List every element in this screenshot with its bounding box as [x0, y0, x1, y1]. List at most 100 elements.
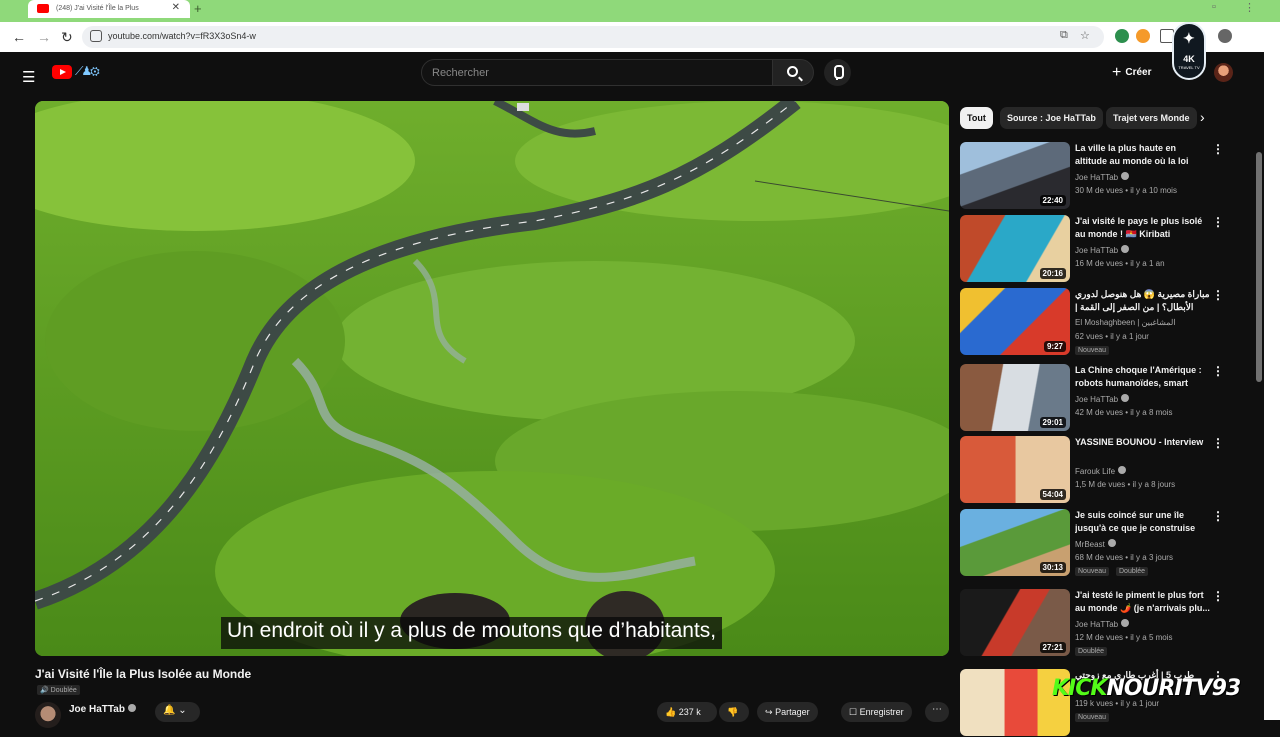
thumbs-down-icon: 👎: [727, 707, 739, 717]
save-button[interactable]: ☐ Enregistrer: [841, 702, 912, 722]
recommendation-title[interactable]: La ville la plus haute en altitude au mo…: [1075, 142, 1210, 168]
channel-name-text: Joe HaTTab: [69, 704, 125, 715]
notification-bell-button[interactable]: 🔔 ⌄: [155, 702, 200, 722]
video-thumbnail[interactable]: 29:01: [960, 364, 1070, 431]
recommendation-item[interactable]: 9:27 مباراة مصيرية 😱 هل هنوصل لدوري الأب…: [960, 288, 1256, 356]
video-thumbnail[interactable]: 20:16: [960, 215, 1070, 282]
recommendation-item[interactable]: 54:04 YASSINE BOUNOU - Interview Farouk …: [960, 436, 1256, 504]
profile-icon[interactable]: [1218, 29, 1232, 43]
browser-tab[interactable]: (248) J'ai Visité l'Île la Plus ✕: [28, 0, 190, 18]
back-button[interactable]: ←: [12, 29, 26, 45]
duration-badge: 29:01: [1039, 417, 1066, 428]
video-player[interactable]: [35, 101, 949, 656]
video-thumbnail[interactable]: 9:27: [960, 288, 1070, 355]
logo-doodle-icon[interactable]: ⟋♟⚙: [75, 64, 100, 79]
recommendation-title[interactable]: J'ai visité le pays le plus isolé au mon…: [1075, 215, 1210, 241]
recommendation-channel[interactable]: MrBeast: [1075, 539, 1116, 549]
recommendation-item[interactable]: 27:21 J'ai testé le piment le plus fort …: [960, 589, 1256, 657]
extension-icon[interactable]: [1136, 29, 1150, 43]
new-badge: Nouveau: [1075, 567, 1110, 576]
recommendation-channel[interactable]: Joe HaTTab: [1075, 394, 1130, 404]
recommendation-item[interactable]: 22:40 La ville la plus haute en altitude…: [960, 142, 1256, 210]
new-tab-button[interactable]: +: [194, 1, 202, 16]
recommendation-title[interactable]: J'ai testé le piment le plus fort au mon…: [1075, 589, 1210, 615]
more-options-icon[interactable]: ⋮: [1212, 215, 1224, 229]
account-avatar[interactable]: [1214, 63, 1233, 82]
channel-name[interactable]: Joe HaTTab: [69, 704, 136, 715]
recommendation-item[interactable]: 30:13 Je suis coincé sur une île jusqu'à…: [960, 509, 1256, 577]
video-thumbnail[interactable]: 27:21: [960, 589, 1070, 656]
recommendation-title[interactable]: Je suis coincé sur une île jusqu'à ce qu…: [1075, 509, 1210, 535]
more-options-icon[interactable]: ⋮: [1212, 589, 1224, 603]
more-actions-icon[interactable]: ⋯: [925, 702, 949, 722]
url-text[interactable]: youtube.com/watch?v=fR3X3oSn4-w: [108, 31, 256, 41]
search-placeholder: Rechercher: [432, 67, 489, 79]
channel-logo-watermark: ✦ 4K TRAVEL TV: [1172, 22, 1206, 80]
menu-icon[interactable]: ☰: [22, 68, 35, 86]
omnibox[interactable]: youtube.com/watch?v=fR3X3oSn4-w ⧉ ☆: [82, 26, 1104, 48]
dislike-button[interactable]: 👎: [719, 702, 749, 722]
verified-icon: [1121, 245, 1130, 253]
recommendation-channel-text: Joe HaTTab: [1075, 395, 1119, 404]
chip-all[interactable]: Tout: [960, 107, 993, 129]
recommendation-title[interactable]: مباراة مصيرية 😱 هل هنوصل لدوري الأبطال؟ …: [1075, 288, 1210, 314]
chip-source[interactable]: Source : Joe HaTTab: [1000, 107, 1103, 129]
site-info-icon[interactable]: [90, 30, 102, 42]
page-scrollbar[interactable]: [1256, 152, 1262, 382]
duration-badge: 9:27: [1043, 341, 1066, 352]
recommendation-channel-text: Farouk Life: [1075, 467, 1116, 476]
create-button[interactable]: + Créer: [1112, 64, 1151, 82]
recommendation-title[interactable]: La Chine choque l'Amérique : robots huma…: [1075, 364, 1210, 390]
plus-icon: +: [1112, 64, 1122, 81]
create-label: Créer: [1125, 67, 1152, 78]
more-menu-icon[interactable]: ⋮: [1244, 1, 1255, 14]
recommendation-channel[interactable]: Joe HaTTab: [1075, 172, 1130, 182]
recommendation-meta: 12 M de vues • il y a 5 mois: [1075, 633, 1173, 642]
youtube-logo-icon[interactable]: [52, 65, 72, 79]
more-options-icon[interactable]: ⋮: [1212, 142, 1224, 156]
voice-search-icon[interactable]: [824, 59, 851, 86]
recommendation-title[interactable]: YASSINE BOUNOU - Interview: [1075, 436, 1210, 462]
close-tab-icon[interactable]: ✕: [172, 2, 180, 13]
search-input[interactable]: Rechercher: [421, 59, 773, 86]
recommendation-channel[interactable]: El Moshaghbeen | المشاغبين: [1075, 318, 1176, 327]
video-frame-landscape: [35, 101, 949, 656]
eagle-icon: ✦: [1183, 30, 1195, 46]
recommendation-channel[interactable]: Joe HaTTab: [1075, 619, 1130, 629]
chevron-down-icon: ⌄: [178, 705, 187, 716]
recommendation-item[interactable]: 29:01 La Chine choque l'Amérique : robot…: [960, 364, 1256, 432]
install-app-icon[interactable]: ⧉: [1060, 29, 1068, 42]
dubbed-label: Doublée: [50, 687, 77, 694]
browser-tab-strip: (248) J'ai Visité l'Île la Plus ✕ + ▫ ⋮: [0, 0, 1280, 22]
more-options-icon[interactable]: ⋮: [1212, 509, 1224, 523]
more-options-icon[interactable]: ⋮: [1212, 436, 1224, 450]
video-thumbnail[interactable]: 22:40: [960, 142, 1070, 209]
verified-icon: [127, 704, 136, 712]
channel-avatar[interactable]: [35, 702, 61, 728]
more-options-icon[interactable]: ⋮: [1212, 364, 1224, 378]
recommendation-item[interactable]: 20:16 J'ai visité le pays le plus isolé …: [960, 215, 1256, 283]
kick-logo: KICK: [1052, 676, 1107, 701]
share-button[interactable]: ↪ Partager: [757, 702, 818, 722]
chip-travel[interactable]: Trajet vers Monde: [1106, 107, 1197, 129]
verified-icon: [1121, 619, 1130, 627]
video-thumbnail[interactable]: 30:13: [960, 509, 1070, 576]
more-options-icon[interactable]: ⋮: [1212, 288, 1224, 302]
forward-button[interactable]: →: [37, 29, 51, 45]
chevron-right-icon[interactable]: ›: [1200, 109, 1205, 125]
recommendation-channel[interactable]: Joe HaTTab: [1075, 245, 1130, 255]
recommendation-meta: 68 M de vues • il y a 3 jours: [1075, 553, 1173, 562]
extension-icon[interactable]: [1115, 29, 1129, 43]
search-button[interactable]: [772, 59, 814, 86]
dubbed-badge: Doublée: [1116, 567, 1149, 576]
reload-button[interactable]: ↻: [61, 29, 73, 46]
new-badge: Nouveau: [1075, 346, 1110, 355]
duration-badge: 22:40: [1039, 195, 1066, 206]
video-thumbnail[interactable]: 54:04: [960, 436, 1070, 503]
bookmark-star-icon[interactable]: ☆: [1080, 29, 1090, 42]
search-icon: [787, 66, 798, 77]
recommendation-channel[interactable]: Farouk Life: [1075, 466, 1127, 476]
duration-badge: 30:13: [1039, 562, 1066, 573]
like-button[interactable]: 👍 237 k: [657, 702, 717, 722]
minimize-icon[interactable]: ▫: [1212, 1, 1216, 13]
